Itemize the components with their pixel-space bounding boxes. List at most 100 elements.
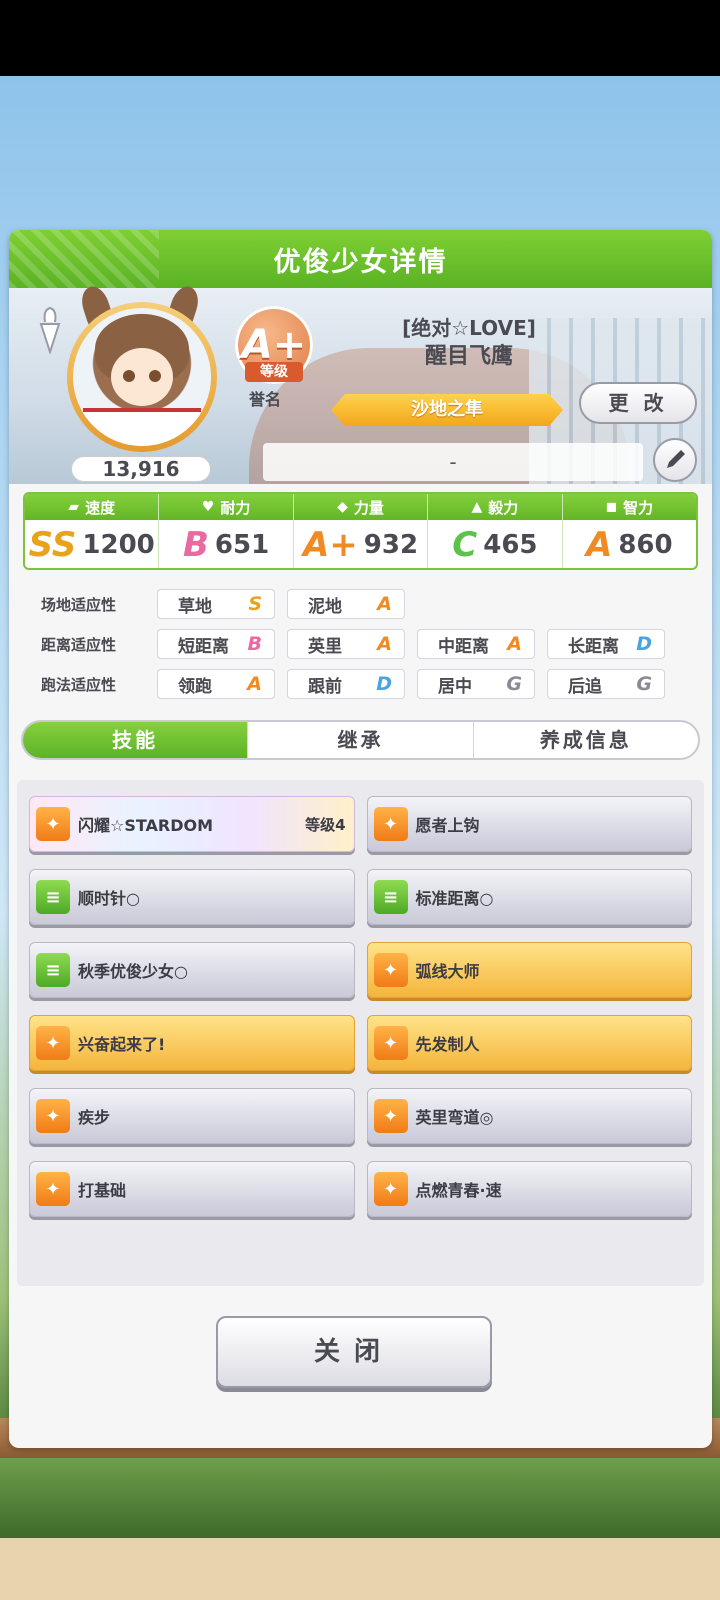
change-title-button[interactable]: 更 改 — [579, 382, 697, 424]
skill-card[interactable]: ✦ 愿者上钩 — [366, 796, 692, 852]
fan-count: 13,916 — [71, 456, 211, 482]
aptitude-label: 场地适应性 — [41, 595, 117, 614]
skill-card[interactable]: ✦ 闪耀☆STARDOM 等级4 — [29, 796, 355, 852]
avatar-eye — [123, 370, 135, 382]
aptitude-grade: B — [247, 633, 262, 655]
stat-label: 速度 — [85, 498, 116, 517]
aptitude-cell: 草地 S — [157, 589, 275, 619]
aptitude-cell: 英里 A — [287, 629, 405, 659]
stat-label: 耐力 — [220, 498, 251, 517]
skill-name: 先发制人 — [415, 1035, 480, 1054]
aptitude-name: 跟前 — [308, 676, 342, 697]
panel-header: 优俊少女详情 — [9, 230, 712, 288]
tab-2[interactable]: 养成信息 — [474, 722, 698, 758]
panel-title: 优俊少女详情 — [273, 246, 448, 278]
skill-name: 疾步 — [78, 1108, 111, 1127]
avatar-portrait — [73, 308, 211, 446]
close-button[interactable]: 关闭 — [216, 1316, 492, 1388]
skill-card[interactable]: ≡ 标准距离○ — [366, 869, 692, 925]
stats-bar: ▰ 速度 SS 1200 ♥ 耐力 B 651 ◆ 力量 A+ 932 ▲ 毅力 C 465 ◼ 智力 A 860 — [23, 492, 698, 570]
stat-body: A+ 932 — [294, 520, 427, 568]
stat-1: ♥ 耐力 B 651 — [159, 494, 294, 568]
aptitude-row-strategy: 跑法适应性 领跑 A 跟前 D 居中 G 后追 G — [41, 664, 712, 704]
stat-header: ♥ 耐力 — [159, 494, 293, 520]
aptitude-name: 草地 — [178, 596, 212, 617]
stat-rank: B — [183, 525, 209, 565]
aptitude-label: 跑法适应性 — [41, 675, 117, 694]
skill-name: 打基础 — [78, 1181, 127, 1200]
aptitude-cell: 领跑 A — [157, 669, 275, 699]
avatar-outfit — [83, 408, 201, 446]
stat-0: ▰ 速度 SS 1200 — [25, 494, 160, 568]
skill-list: ✦ 闪耀☆STARDOM 等级4 ✦ 愿者上钩 ≡ 顺时针○ ≡ 标准距离○ ≡ 秋季优俊少女○ ✦ 弧… — [17, 780, 704, 1286]
skill-name: 英里弯道◎ — [415, 1108, 494, 1127]
aptitude-grade: D — [636, 633, 652, 655]
avatar[interactable] — [67, 302, 217, 452]
skill-card[interactable]: ✦ 打基础 — [29, 1161, 355, 1217]
aptitude-name: 短距离 — [178, 636, 229, 657]
aptitude-grade: G — [506, 673, 522, 695]
aptitude-row-distance: 距离适应性 短距离 B 英里 A 中距离 A 长距离 D — [41, 624, 712, 664]
skill-card[interactable]: ✦ 兴奋起来了! — [29, 1015, 355, 1071]
aptitude-grade: S — [248, 593, 262, 615]
muscle-icon: ◆ — [337, 499, 348, 515]
aptitude-grade: D — [376, 673, 392, 695]
stat-body: A 860 — [563, 520, 696, 568]
aptitude-cell: 短距离 B — [157, 629, 275, 659]
stat-value: 932 — [363, 530, 419, 560]
edit-memo-button[interactable] — [653, 438, 697, 482]
stat-body: SS 1200 — [25, 520, 158, 568]
skill-card[interactable]: ≡ 顺时针○ — [29, 869, 355, 925]
orange-skill-icon: ✦ — [36, 807, 70, 841]
uma-epithet: [绝对☆LOVE] — [402, 316, 536, 340]
aptitude-name: 长距离 — [568, 636, 619, 657]
uma-name: 醒目飞鹰 — [424, 344, 513, 369]
shoe-icon: ▰ — [68, 499, 80, 515]
stat-rank: A+ — [302, 525, 358, 565]
stat-value: 860 — [618, 530, 673, 560]
tab-1[interactable]: 继承 — [248, 722, 474, 758]
aptitude-grade: A — [377, 593, 392, 615]
aptitude-grade: A — [247, 673, 262, 695]
aptitude-name: 领跑 — [178, 676, 212, 697]
aptitude-cell: 跟前 D — [287, 669, 405, 699]
skill-card[interactable]: ≡ 秋季优俊少女○ — [29, 942, 355, 998]
green-skill-icon: ≡ — [36, 953, 70, 987]
skill-card[interactable]: ✦ 英里弯道◎ — [366, 1088, 692, 1144]
title-ribbon: 沙地之隼 — [331, 394, 563, 426]
profile-hero: 13,916 A+ 等级 誉名 [绝对☆LOVE] 醒目飞鹰 沙地之隼 更 改 … — [9, 282, 712, 484]
skill-card[interactable]: ✦ 先发制人 — [366, 1015, 692, 1071]
orange-skill-icon: ✦ — [36, 1099, 70, 1133]
status-bar — [0, 0, 720, 76]
stat-label: 毅力 — [488, 498, 519, 517]
detail-tabs: 技能 继承 养成信息 — [21, 720, 700, 760]
background-track — [0, 1538, 720, 1600]
skill-card[interactable]: ✦ 点燃青春·速 — [366, 1161, 692, 1217]
green-skill-icon: ≡ — [373, 880, 408, 914]
stat-3: ▲ 毅力 C 465 — [428, 494, 563, 568]
skill-card[interactable]: ✦ 弧线大师 — [366, 942, 692, 998]
stat-header: ▰ 速度 — [25, 494, 159, 520]
pencil-icon — [667, 450, 685, 468]
stat-value: 465 — [483, 530, 538, 560]
orange-skill-icon: ✦ — [373, 807, 408, 841]
carrot-icon[interactable] — [33, 306, 67, 354]
aptitude-grade: A — [377, 633, 392, 655]
memo-field: - — [263, 443, 643, 481]
stat-label: 智力 — [623, 498, 654, 517]
stat-rank: SS — [28, 525, 77, 565]
cap-icon: ◼ — [605, 499, 618, 515]
tab-0[interactable]: 技能 — [23, 722, 249, 758]
flame-icon: ▲ — [471, 499, 483, 515]
orange-skill-icon: ✦ — [373, 1026, 408, 1060]
aptitude-name: 居中 — [438, 676, 472, 697]
stat-label: 力量 — [353, 498, 384, 517]
orange-skill-icon: ✦ — [36, 1172, 70, 1206]
skill-name: 兴奋起来了! — [78, 1035, 166, 1054]
skill-name: 闪耀☆STARDOM — [78, 816, 214, 835]
skill-card[interactable]: ✦ 疾步 — [29, 1088, 355, 1144]
stat-4: ◼ 智力 A 860 — [562, 494, 696, 568]
uma-detail-panel: 优俊少女详情 13,916 A+ 等级 誉名 [绝对☆LOVE] 醒目飞鹰 沙地… — [9, 230, 712, 1448]
aptitude-cell: 长距离 D — [547, 629, 665, 659]
skill-level: 等级4 — [305, 815, 346, 834]
